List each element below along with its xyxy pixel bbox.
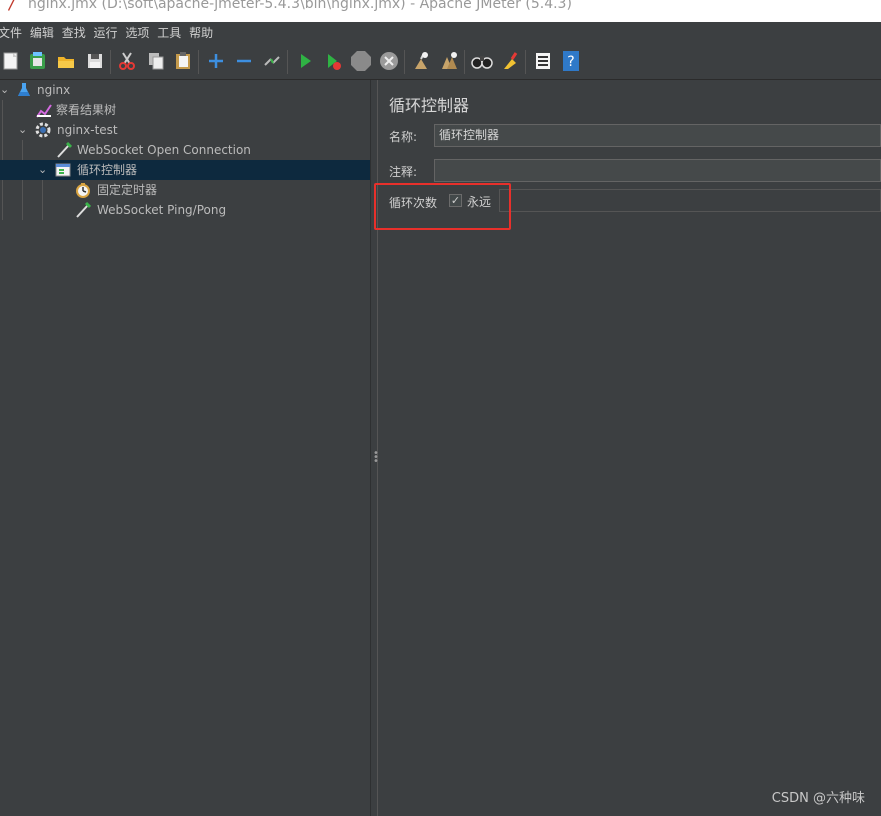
tree-node-loop-controller[interactable]: ⌄ 循环控制器 xyxy=(0,160,370,180)
chevron-down-icon[interactable]: ⌄ xyxy=(38,160,48,180)
new-icon[interactable] xyxy=(0,50,22,72)
loop-controller-icon xyxy=(55,163,71,177)
feather-icon xyxy=(8,0,15,11)
tree-node-label: 固定定时器 xyxy=(97,183,158,197)
toggle-icon[interactable] xyxy=(261,50,283,72)
copy-icon[interactable] xyxy=(145,50,167,72)
toolbar-separator xyxy=(404,50,405,74)
menu-search[interactable]: 查找 xyxy=(62,22,90,44)
shutdown-icon[interactable] xyxy=(378,50,400,72)
drag-handle-icon[interactable]: • • • xyxy=(373,449,379,467)
loop-count-field[interactable] xyxy=(499,189,881,212)
menu-run[interactable]: 运行 xyxy=(94,22,122,44)
menu-options[interactable]: 选项 xyxy=(125,22,153,44)
sampler-icon xyxy=(57,142,72,158)
search-icon[interactable] xyxy=(471,50,493,72)
tree-node-label: 循环控制器 xyxy=(77,163,138,177)
chevron-down-icon[interactable]: ⌄ xyxy=(0,80,10,100)
comment-label: 注释: xyxy=(389,165,418,179)
toolbar-separator xyxy=(110,50,111,74)
tree-node-ws-open-connection[interactable]: WebSocket Open Connection xyxy=(0,140,370,160)
tree-node-label: nginx-test xyxy=(57,123,118,137)
chevron-down-icon[interactable]: ⌄ xyxy=(18,120,28,140)
tree-node-ws-ping-pong[interactable]: WebSocket Ping/Pong xyxy=(0,200,370,220)
timer-icon xyxy=(76,183,90,198)
tree-node-label: nginx xyxy=(37,83,71,97)
help-icon[interactable]: ? xyxy=(560,50,582,72)
svg-text:?: ? xyxy=(567,54,574,70)
tree-node-test-plan[interactable]: ⌄ nginx xyxy=(0,80,370,100)
panel-title: 循环控制器 xyxy=(389,96,470,115)
tree-node-constant-timer[interactable]: 固定定时器 xyxy=(0,180,370,200)
cut-icon[interactable] xyxy=(116,50,138,72)
highlight-box xyxy=(374,183,511,230)
test-plan-tree: ⌄ nginx 察看结果树 ⌄ nginx-test WebSocket Ope… xyxy=(0,80,370,816)
menu-tools[interactable]: 工具 xyxy=(157,22,185,44)
save-icon[interactable] xyxy=(84,50,106,72)
toolbar-separator xyxy=(287,50,288,74)
function-helper-icon[interactable] xyxy=(532,50,554,72)
test-plan-icon xyxy=(18,83,30,96)
menu-file[interactable]: 文件 xyxy=(0,22,26,44)
start-no-pause-icon[interactable] xyxy=(322,50,344,72)
watermark: CSDN @六种味 xyxy=(771,791,865,806)
sampler-icon xyxy=(76,202,91,218)
tree-node-view-results[interactable]: 察看结果树 xyxy=(0,100,370,120)
start-icon[interactable] xyxy=(294,50,316,72)
stop-icon[interactable] xyxy=(350,50,372,72)
menu-bar: 文件 编辑 查找 运行 选项 工具 帮助 xyxy=(0,22,881,44)
window-title-bar: nginx.jmx (D:\soft\apache-jmeter-5.4.3\b… xyxy=(0,0,881,22)
name-label: 名称: xyxy=(389,130,418,144)
tree-node-label: WebSocket Ping/Pong xyxy=(97,203,227,217)
loop-controller-panel: 循环控制器 名称: 循环控制器 注释: 循环次数 ✓ 永远 xyxy=(374,80,881,816)
toolbar-separator xyxy=(198,50,199,74)
clear-icon[interactable] xyxy=(410,50,432,72)
tree-node-thread-group[interactable]: ⌄ nginx-test xyxy=(0,120,370,140)
collapse-icon[interactable] xyxy=(233,50,255,72)
tree-node-label: 察看结果树 xyxy=(56,103,117,117)
menu-edit[interactable]: 编辑 xyxy=(30,22,58,44)
expand-icon[interactable] xyxy=(205,50,227,72)
name-field[interactable]: 循环控制器 xyxy=(434,124,881,147)
reset-search-icon[interactable] xyxy=(499,50,521,72)
open-icon[interactable] xyxy=(55,50,77,72)
toolbar-separator xyxy=(464,50,465,74)
tree-node-label: WebSocket Open Connection xyxy=(77,143,251,157)
paste-icon[interactable] xyxy=(172,50,194,72)
toolbar-separator xyxy=(525,50,526,74)
clear-all-icon[interactable] xyxy=(438,50,460,72)
listener-icon xyxy=(36,104,52,118)
thread-group-icon xyxy=(35,122,51,138)
window-title: nginx.jmx (D:\soft\apache-jmeter-5.4.3\b… xyxy=(28,0,572,12)
menu-help[interactable]: 帮助 xyxy=(189,22,217,44)
toolbar: ? xyxy=(0,44,881,80)
templates-icon[interactable] xyxy=(27,50,49,72)
comment-field[interactable] xyxy=(434,159,881,182)
